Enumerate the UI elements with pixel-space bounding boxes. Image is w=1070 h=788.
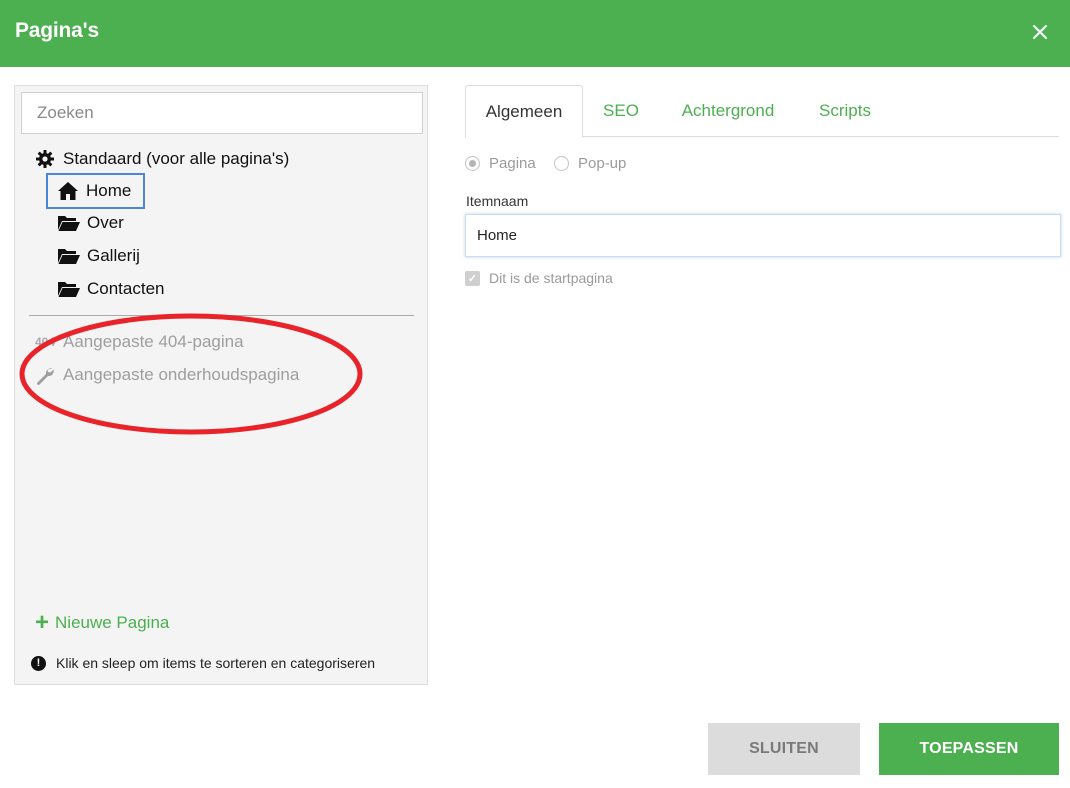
close-icon	[1033, 25, 1047, 39]
sort-hint: ! Klik en sleep om items te sorteren en …	[31, 655, 375, 671]
plus-icon: +	[35, 609, 50, 636]
radio-popup[interactable]: Pop-up	[554, 155, 626, 172]
tree-item-label: Home	[86, 181, 132, 200]
checkbox-label: Dit is de startpagina	[489, 270, 613, 286]
home-icon	[56, 180, 80, 202]
info-icon: !	[31, 655, 46, 671]
tree-item-label: Standaard (voor alle pagina's)	[63, 149, 290, 168]
tree-item-home[interactable]: Home	[46, 173, 146, 209]
tree-item-label: Aangepaste 404-pagina	[63, 332, 244, 351]
folder-open-icon	[57, 245, 81, 267]
tab-seo[interactable]: SEO	[591, 85, 651, 137]
new-page-label: Nieuwe Pagina	[55, 613, 170, 632]
close-dialog-button[interactable]: SLUITEN	[708, 723, 860, 775]
wrench-icon	[33, 364, 57, 386]
tree-item-label: Gallerij	[87, 246, 140, 265]
dialog-title: Pagina's	[15, 19, 99, 42]
start-page-option[interactable]: ✓ Dit is de startpagina	[465, 270, 613, 286]
item-name-label: Itemnaam	[466, 193, 529, 209]
tab-achtergrond[interactable]: Achtergrond	[668, 85, 788, 137]
search-input[interactable]	[21, 92, 423, 134]
tree-item-root[interactable]: Standaard (voor alle pagina's)	[33, 148, 289, 170]
radio-label: Pop-up	[578, 155, 627, 172]
radio-button[interactable]	[554, 156, 569, 171]
radio-button[interactable]	[465, 156, 480, 171]
tab-scripts[interactable]: Scripts	[807, 85, 883, 137]
pages-sidebar: Standaard (voor alle pagina's) Home Over…	[14, 85, 428, 685]
radio-label: Pagina	[489, 155, 536, 172]
item-name-input[interactable]	[465, 214, 1061, 257]
tree-item-contacten[interactable]: Contacten	[57, 278, 165, 300]
gear-icon	[33, 148, 57, 170]
radio-pagina[interactable]: Pagina	[465, 155, 536, 172]
new-page-button[interactable]: + Nieuwe Pagina	[35, 609, 170, 636]
folder-open-icon	[57, 278, 81, 300]
tree-item-over[interactable]: Over	[57, 212, 124, 234]
checkbox[interactable]: ✓	[465, 270, 480, 286]
tab-bar: Algemeen SEO Achtergrond Scripts	[465, 85, 1059, 138]
tree-item-gallerij[interactable]: Gallerij	[57, 245, 140, 267]
apply-button[interactable]: TOEPASSEN	[879, 723, 1059, 775]
tree-divider	[29, 315, 414, 316]
tree-item-404[interactable]: 404 Aangepaste 404-pagina	[33, 331, 244, 353]
tree-item-maintenance[interactable]: Aangepaste onderhoudspagina	[33, 364, 299, 386]
404-icon: 404	[34, 335, 56, 349]
tab-algemeen[interactable]: Algemeen	[465, 85, 583, 138]
tree-item-label: Over	[87, 213, 124, 232]
dialog-header: Pagina's	[0, 0, 1070, 67]
tree-item-label: Contacten	[87, 279, 165, 298]
tree-item-label: Aangepaste onderhoudspagina	[63, 365, 300, 384]
close-button[interactable]	[1026, 18, 1054, 46]
folder-open-icon	[57, 212, 81, 234]
hint-text: Klik en sleep om items te sorteren en ca…	[56, 655, 376, 671]
